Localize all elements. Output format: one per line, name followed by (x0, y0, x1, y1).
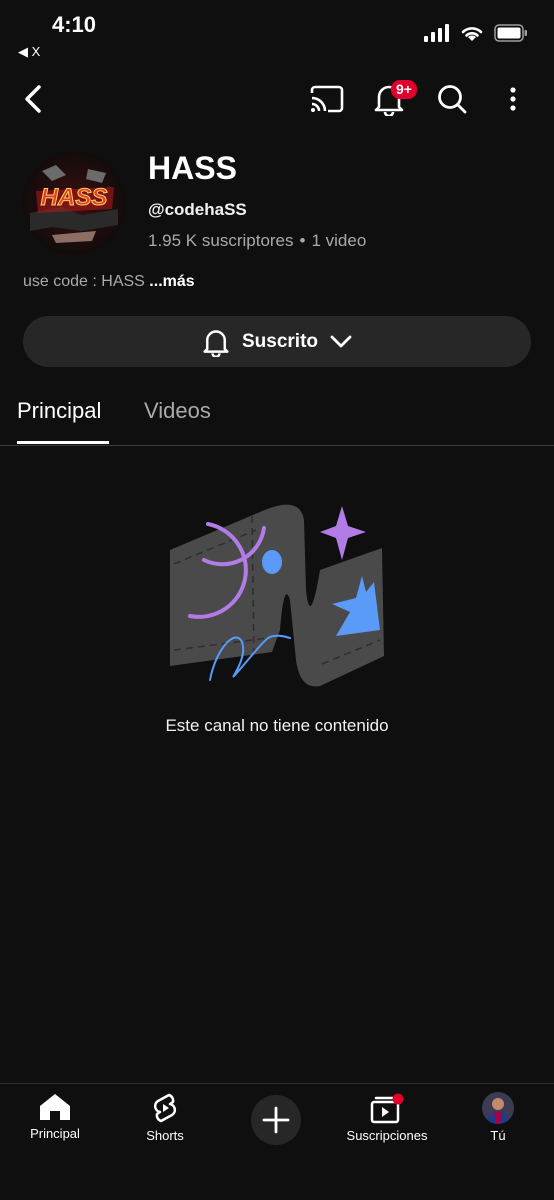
notification-badge: 9+ (391, 80, 417, 99)
nav-label-principal: Principal (30, 1126, 80, 1141)
channel-handle: @codehaSS (148, 200, 247, 219)
more-options-icon[interactable] (503, 74, 523, 124)
nav-item-principal[interactable]: Principal (0, 1092, 110, 1141)
plus-icon (262, 1106, 290, 1134)
nav-item-subscriptions[interactable]: Suscripciones (332, 1092, 442, 1143)
nav-label-shorts: Shorts (146, 1128, 184, 1143)
chevron-down-icon (330, 335, 352, 347)
channel-avatar[interactable]: HASS (22, 151, 126, 255)
home-icon (40, 1094, 70, 1120)
nav-label-subscriptions: Suscripciones (346, 1128, 428, 1143)
search-icon[interactable] (434, 74, 470, 124)
channel-stats: 1.95 K suscriptores • 1 video (148, 231, 366, 251)
empty-state-message: Este canal no tiene contenido (165, 716, 389, 735)
stats-separator: • (299, 231, 306, 250)
status-bar: 4:10 ◀ X (0, 0, 554, 70)
more-link[interactable]: ...más (149, 273, 194, 290)
user-avatar (482, 1092, 514, 1124)
cellular-signal-icon (424, 24, 449, 42)
new-content-dot (392, 1093, 404, 1105)
video-count: 1 video (311, 231, 367, 250)
nav-item-shorts[interactable]: Shorts (110, 1092, 220, 1143)
shorts-icon (153, 1093, 177, 1123)
create-button[interactable] (251, 1095, 301, 1145)
top-app-bar: 9+ (0, 74, 554, 124)
subscriptions-icon (370, 1093, 404, 1124)
tab-videos[interactable]: Videos (144, 398, 211, 424)
subscribed-label: Suscrito (241, 330, 319, 352)
avatar-logo-text: HASS (41, 184, 108, 211)
bell-icon (203, 329, 229, 357)
status-icons (424, 24, 528, 42)
channel-description[interactable]: use code : HASS ...más (23, 273, 195, 291)
channel-tabs: Principal Videos (0, 386, 554, 446)
channel-name: HASS (148, 150, 237, 186)
status-time: 4:10 (52, 12, 97, 37)
nav-label-you: Tú (490, 1128, 506, 1143)
back-arrow-icon[interactable] (18, 74, 48, 124)
subscribed-button[interactable]: Suscrito (23, 316, 531, 367)
empty-state-illustration (160, 480, 400, 700)
bottom-navigation: Principal Shorts Suscripciones Tú (0, 1083, 554, 1200)
wifi-icon (461, 27, 483, 41)
cast-icon[interactable] (308, 74, 346, 124)
tab-principal[interactable]: Principal (17, 398, 101, 424)
nav-item-you[interactable]: Tú (443, 1092, 553, 1143)
description-text: use code : HASS (23, 273, 145, 290)
active-tab-indicator (17, 441, 109, 444)
subscriber-count: 1.95 K suscriptores (148, 231, 294, 250)
battery-icon (494, 24, 527, 42)
back-to-app-link[interactable]: ◀ X (18, 44, 40, 60)
